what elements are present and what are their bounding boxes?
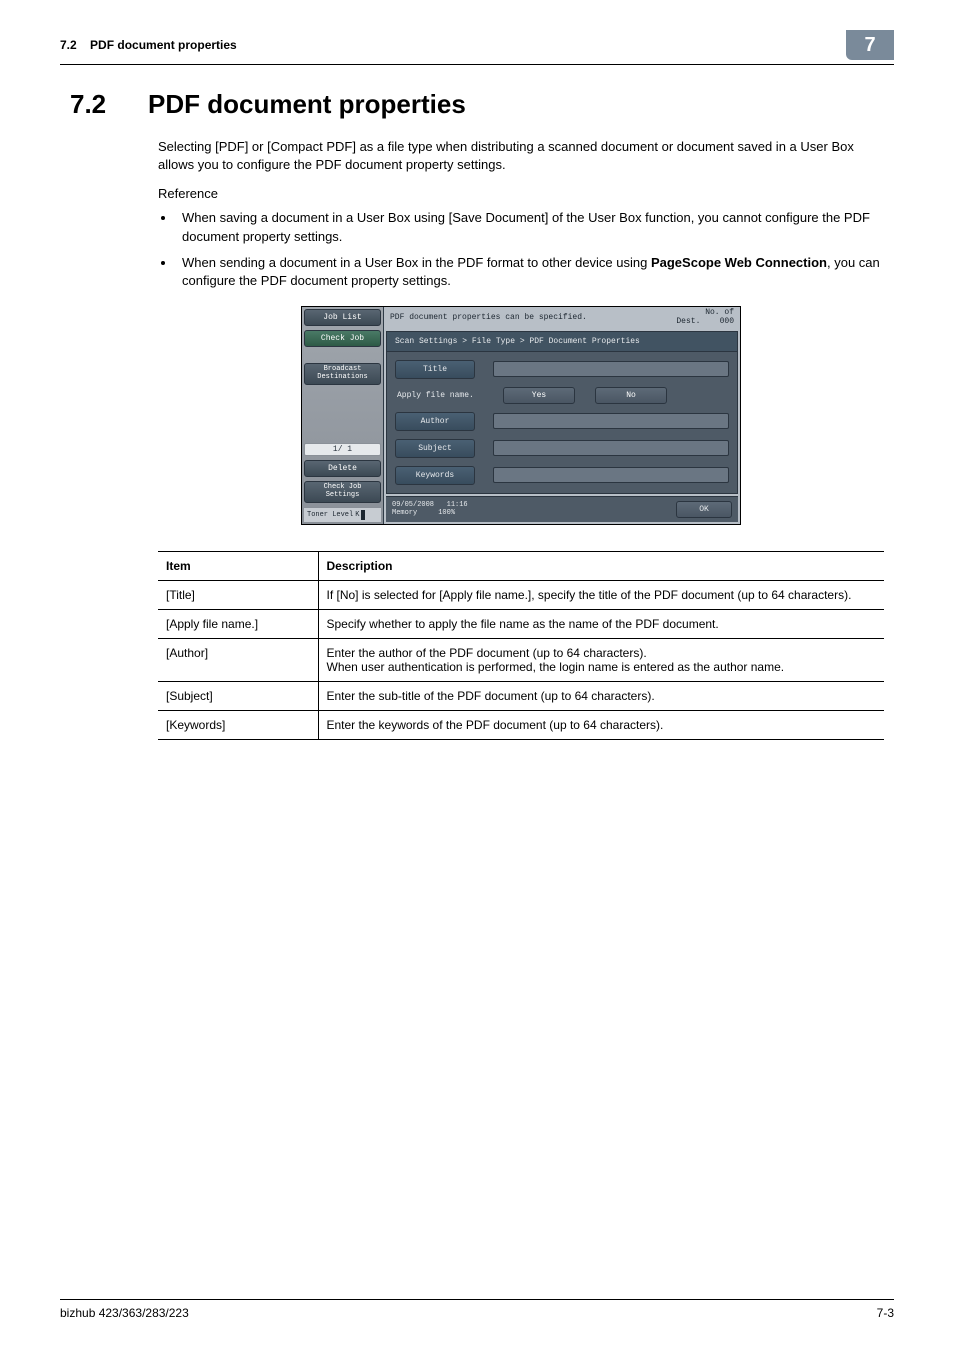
dest-value: 000 [720,317,734,326]
intro-paragraph: Selecting [PDF] or [Compact PDF] as a fi… [158,138,884,174]
reference-item-text: When sending a document in a User Box in… [182,255,880,288]
device-panel-screenshot: Job List Check Job Broadcast Destination… [301,306,741,525]
table-row: [Title] If [No] is selected for [Apply f… [158,580,884,609]
job-list-button[interactable]: Job List [304,309,381,326]
table-row: [Apply file name.] Specify whether to ap… [158,609,884,638]
apply-file-name-yes-button[interactable]: Yes [503,387,575,404]
table-cell-item: [Apply file name.] [158,609,318,638]
reference-item-text: When saving a document in a User Box usi… [182,210,870,243]
status-memory-value: 100% [438,509,455,517]
table-row: [Subject] Enter the sub-title of the PDF… [158,681,884,710]
table-cell-desc: If [No] is selected for [Apply file name… [318,580,884,609]
reference-list: When saving a document in a User Box usi… [176,207,884,290]
panel-top-bar: PDF document properties can be specified… [384,307,740,329]
status-time: 11:16 [447,501,468,509]
table-head-desc: Description [318,551,884,580]
footer-page: 7-3 [877,1306,894,1320]
toner-bar-icon [361,510,365,520]
apply-file-name-no-button[interactable]: No [595,387,667,404]
check-job-button[interactable]: Check Job [304,330,381,347]
table-cell-desc: Enter the keywords of the PDF document (… [318,710,884,739]
section-title: PDF document properties [148,89,466,120]
apply-file-name-label: Apply file name. [395,387,485,404]
properties-table: Item Description [Title] If [No] is sele… [158,551,884,740]
table-cell-desc: Enter the sub-title of the PDF document … [318,681,884,710]
check-job-settings-button[interactable]: Check Job Settings [304,481,381,502]
status-memory-label: Memory [392,509,417,517]
toner-level: Toner Level K [304,507,381,522]
reference-item: When sending a document in a User Box in… [176,252,884,290]
keywords-field[interactable] [493,467,729,483]
status-left: 09/05/2008 11:16 Memory 100% [392,501,468,517]
table-head-item: Item [158,551,318,580]
table-cell-desc: Enter the author of the PDF document (up… [318,638,884,681]
table-cell-item: [Title] [158,580,318,609]
title-field[interactable] [493,361,729,377]
section-heading: 7.2 PDF document properties [70,89,894,120]
sidebar-page-indicator: 1/ 1 [304,443,381,456]
header-rule [60,64,894,65]
section-number: 7.2 [70,89,148,120]
table-cell-desc: Specify whether to apply the file name a… [318,609,884,638]
toner-level-label: Toner Level [307,511,353,519]
author-button[interactable]: Author [395,412,475,431]
footer-model: bizhub 423/363/283/223 [60,1306,189,1320]
ok-button[interactable]: OK [676,501,732,518]
running-header: 7.2 PDF document properties 7 [60,30,894,60]
page-footer: bizhub 423/363/283/223 7-3 [60,1299,894,1320]
header-section-ref: 7.2 PDF document properties [60,38,237,52]
author-field[interactable] [493,413,729,429]
table-cell-item: [Author] [158,638,318,681]
header-section-num: 7.2 [60,38,77,52]
table-row: [Author] Enter the author of the PDF doc… [158,638,884,681]
panel-breadcrumb: Scan Settings > File Type > PDF Document… [387,332,737,352]
keywords-button[interactable]: Keywords [395,466,475,485]
chapter-tab: 7 [846,30,894,60]
broadcast-destinations-button[interactable]: Broadcast Destinations [304,363,381,384]
reference-label: Reference [158,186,884,201]
toner-k-label: K [355,511,359,519]
table-cell-item: [Keywords] [158,710,318,739]
header-section-name: PDF document properties [90,38,237,52]
reference-item: When saving a document in a User Box usi… [176,207,884,245]
panel-status-bar: 09/05/2008 11:16 Memory 100% OK [386,496,738,522]
footer-rule [60,1299,894,1300]
table-body: [Title] If [No] is selected for [Apply f… [158,580,884,739]
panel-sidebar: Job List Check Job Broadcast Destination… [302,307,384,524]
status-date: 09/05/2008 [392,501,434,509]
subject-button[interactable]: Subject [395,439,475,458]
panel-top-message: PDF document properties can be specified… [390,313,587,322]
delete-button[interactable]: Delete [304,460,381,477]
title-button[interactable]: Title [395,360,475,379]
subject-field[interactable] [493,440,729,456]
table-cell-item: [Subject] [158,681,318,710]
dest-count: No. of Dest. 000 [676,309,734,327]
table-row: [Keywords] Enter the keywords of the PDF… [158,710,884,739]
